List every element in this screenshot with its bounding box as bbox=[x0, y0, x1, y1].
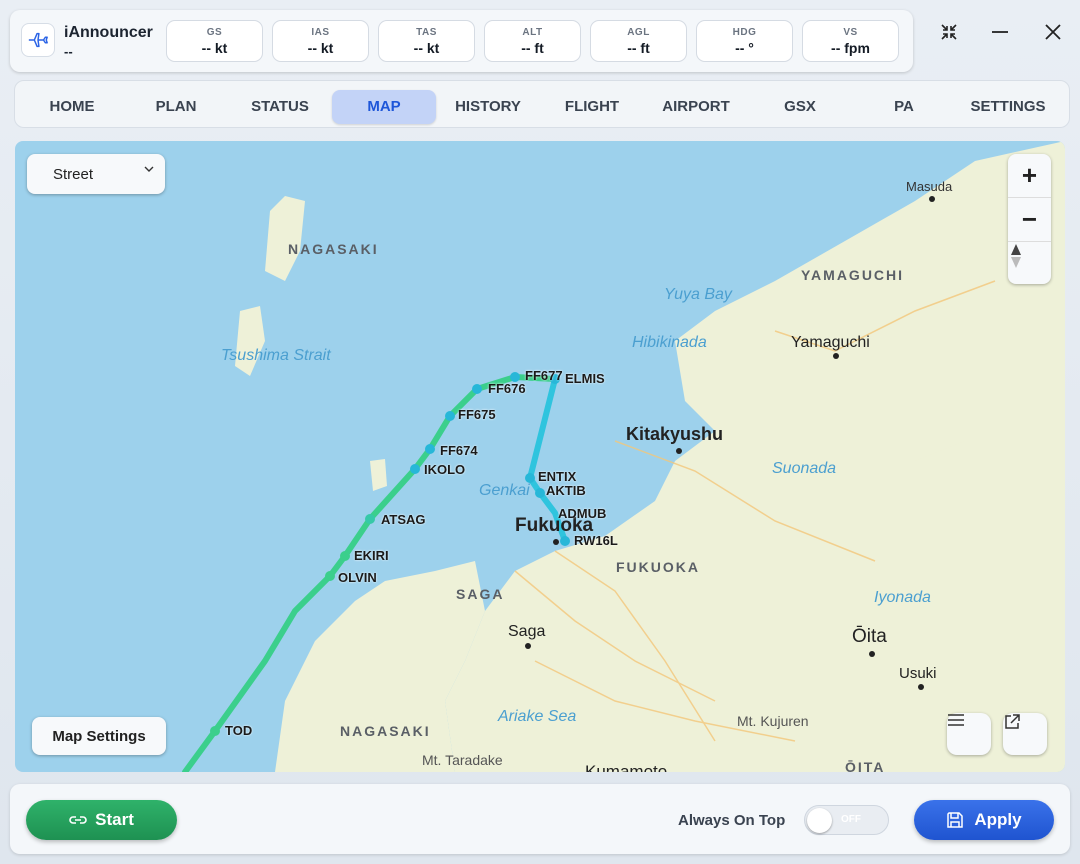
tab-status[interactable]: STATUS bbox=[228, 90, 332, 124]
app-title: iAnnouncer bbox=[64, 24, 153, 41]
toggle-state: OFF bbox=[841, 814, 861, 825]
stat-label: ALT bbox=[522, 27, 543, 38]
footer-bar: Start Always On Top OFF Apply bbox=[10, 784, 1070, 854]
start-label: Start bbox=[95, 810, 134, 829]
collapse-icon[interactable] bbox=[937, 20, 961, 44]
stat-agl: AGL -- ft bbox=[590, 20, 687, 62]
tab-airport[interactable]: AIRPORT bbox=[644, 90, 748, 124]
zoom-control-group: + − bbox=[1008, 154, 1051, 284]
route-line-approach bbox=[527, 376, 568, 544]
minimize-icon[interactable] bbox=[988, 20, 1012, 44]
external-link-icon bbox=[1005, 714, 1020, 729]
toggle-knob bbox=[807, 808, 832, 833]
city-dot-saga bbox=[525, 643, 531, 649]
tab-pa[interactable]: PA bbox=[852, 90, 956, 124]
start-button[interactable]: Start bbox=[26, 800, 177, 840]
stat-label: AGL bbox=[627, 27, 650, 38]
save-icon bbox=[947, 812, 964, 828]
waypoint-dot-ikolo bbox=[410, 464, 420, 474]
map-style-value: Street bbox=[53, 165, 94, 183]
tab-history[interactable]: HISTORY bbox=[436, 90, 540, 124]
waypoint-dot-aktib bbox=[535, 488, 545, 498]
waypoint-dot-ekiri bbox=[340, 551, 350, 561]
waypoint-dot-ff677 bbox=[510, 372, 520, 382]
compass-icon bbox=[1011, 244, 1021, 268]
waypoint-dot-ff674 bbox=[425, 444, 435, 454]
tab-settings[interactable]: SETTINGS bbox=[956, 90, 1060, 124]
layers-menu-button[interactable] bbox=[947, 713, 991, 755]
app-window: iAnnouncer -- GS -- kt IAS -- kt TAS -- kt … bbox=[0, 0, 1080, 864]
city-dot-kitakyushu bbox=[676, 448, 682, 454]
waypoint-dot-ff676 bbox=[472, 384, 482, 394]
waypoint-dot-rw16l bbox=[560, 536, 570, 546]
city-dot-masuda bbox=[929, 196, 935, 202]
header-bar: iAnnouncer -- GS -- kt IAS -- kt TAS -- kt … bbox=[10, 10, 913, 72]
tab-flight[interactable]: FLIGHT bbox=[540, 90, 644, 124]
stat-hdg: HDG -- ° bbox=[696, 20, 793, 62]
land-iki bbox=[370, 459, 387, 491]
map-settings-button[interactable]: Map Settings bbox=[32, 717, 166, 755]
waypoint-dot-olvin bbox=[325, 571, 335, 581]
stat-label: VS bbox=[843, 27, 858, 38]
stat-value: -- ft bbox=[627, 40, 650, 56]
always-on-top-label: Always On Top bbox=[678, 812, 786, 829]
waypoint-dot-atsag bbox=[365, 514, 375, 524]
stat-value: -- kt bbox=[307, 40, 334, 56]
map-view[interactable]: NAGASAKI YAMAGUCHI FUKUOKA SAGA NAGASAKI… bbox=[15, 141, 1065, 772]
stat-value: -- kt bbox=[413, 40, 440, 56]
tab-gsx[interactable]: GSX bbox=[748, 90, 852, 124]
stat-value: -- fpm bbox=[831, 40, 870, 56]
app-subtitle: -- bbox=[64, 44, 73, 59]
waypoint-dot-entix bbox=[525, 473, 535, 483]
stat-vs: VS -- fpm bbox=[802, 20, 899, 62]
waypoint-dot-ff675 bbox=[445, 411, 455, 421]
stat-value: -- kt bbox=[201, 40, 228, 56]
airplane-logo-icon bbox=[21, 23, 55, 57]
stat-value: -- ° bbox=[735, 40, 754, 56]
stat-label: TAS bbox=[416, 27, 437, 38]
close-icon[interactable] bbox=[1041, 20, 1065, 44]
stat-ias: IAS -- kt bbox=[272, 20, 369, 62]
waypoint-dot-tod bbox=[210, 726, 220, 736]
tab-map[interactable]: MAP bbox=[332, 90, 436, 124]
stat-label: GS bbox=[206, 27, 223, 38]
stat-label: HDG bbox=[732, 27, 757, 38]
link-icon bbox=[69, 816, 87, 824]
stat-label: IAS bbox=[311, 27, 330, 38]
stat-tas: TAS -- kt bbox=[378, 20, 475, 62]
popout-button[interactable] bbox=[1003, 713, 1047, 755]
stat-alt: ALT -- ft bbox=[484, 20, 581, 62]
map-canvas[interactable] bbox=[15, 141, 1065, 772]
tab-home[interactable]: HOME bbox=[20, 90, 124, 124]
apply-label: Apply bbox=[974, 810, 1022, 829]
city-dot-usuki bbox=[918, 684, 924, 690]
compass-reset-button[interactable] bbox=[1008, 242, 1051, 284]
main-nav: HOME PLAN STATUS MAP HISTORY FLIGHT AIRP… bbox=[14, 80, 1070, 128]
zoom-in-button[interactable]: + bbox=[1008, 154, 1051, 197]
city-dot-fukuoka bbox=[553, 539, 559, 545]
land-tsushima-south bbox=[235, 306, 265, 376]
stat-gs: GS -- kt bbox=[166, 20, 263, 62]
stat-value: -- ft bbox=[521, 40, 544, 56]
apply-button[interactable]: Apply bbox=[914, 800, 1054, 840]
zoom-out-button[interactable]: − bbox=[1008, 198, 1051, 241]
map-style-select[interactable]: Street bbox=[27, 154, 165, 194]
city-dot-oita bbox=[869, 651, 875, 657]
city-dot-yamaguchi bbox=[833, 353, 839, 359]
land-tsushima-north bbox=[265, 196, 305, 281]
menu-icon bbox=[948, 714, 964, 726]
always-on-top-toggle[interactable]: OFF bbox=[804, 805, 889, 835]
waypoint-dot-elmis bbox=[550, 374, 560, 384]
tab-plan[interactable]: PLAN bbox=[124, 90, 228, 124]
